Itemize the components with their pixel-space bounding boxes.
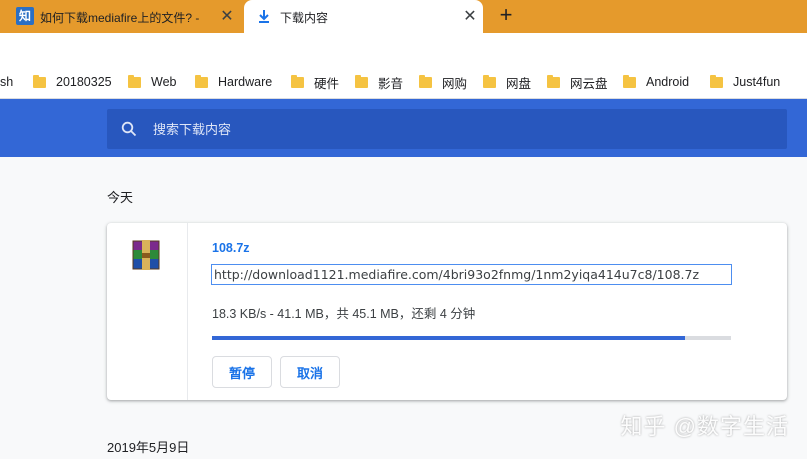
folder-icon	[623, 74, 636, 88]
folder-icon	[483, 74, 496, 88]
cancel-button[interactable]: 取消	[280, 356, 340, 388]
bookmark-label: 网购	[442, 76, 468, 91]
browser-toolbar	[0, 33, 807, 65]
bookmark-folder[interactable]: 20180325	[33, 74, 112, 90]
downloads-header	[0, 99, 807, 157]
winrar-archive-icon	[132, 240, 160, 270]
watermark: 知乎 @数字生活	[620, 414, 789, 439]
folder-icon	[355, 74, 368, 88]
bookmark-item[interactable]: sh	[0, 74, 13, 90]
bookmark-label: 网云盘	[570, 76, 608, 91]
bookmark-label: sh	[0, 75, 14, 89]
bookmark-label: 网盘	[506, 76, 532, 91]
bookmark-label: Hardware	[218, 75, 273, 89]
search-input[interactable]	[151, 109, 751, 149]
folder-icon	[291, 74, 304, 88]
file-name-link[interactable]: 108.7z	[212, 241, 250, 255]
bookmark-label: 20180325	[56, 75, 112, 89]
bookmark-folder[interactable]: 影音	[355, 74, 404, 91]
downloads-list: 今天 108.7z http://download1121.mediafire.…	[0, 157, 807, 459]
bookmark-folder[interactable]: 网盘	[483, 74, 532, 91]
bookmark-folder[interactable]: 网云盘	[547, 74, 608, 91]
folder-icon	[195, 74, 208, 88]
folder-icon	[710, 74, 723, 88]
zhihu-favicon-icon: 知	[16, 7, 34, 25]
bookmark-folder[interactable]: 网购	[419, 74, 468, 91]
bookmark-label: 影音	[378, 76, 404, 91]
bookmarks-bar: sh 20180325 Web Hardware 硬件 影音 网购 网盘 网云盘…	[0, 65, 807, 99]
download-status: 18.3 KB/s - 41.1 MB，共 45.1 MB，还剩 4 分钟	[212, 307, 476, 321]
date-heading: 今天	[107, 190, 134, 205]
bookmark-folder[interactable]: Web	[128, 74, 176, 90]
tab-strip: 知 如何下载mediafire上的文件? - ✕ 下载内容 ✕ +	[0, 0, 807, 33]
pause-button[interactable]: 暂停	[212, 356, 272, 388]
bookmark-folder[interactable]: Hardware	[195, 74, 272, 90]
bookmark-label: 硬件	[314, 76, 340, 91]
progress-bar	[212, 336, 731, 340]
bookmark-folder[interactable]: Just4fun	[710, 74, 780, 90]
close-icon[interactable]: ✕	[219, 9, 235, 25]
folder-icon	[33, 74, 46, 88]
folder-icon	[547, 74, 560, 88]
download-item-card: 108.7z http://download1121.mediafire.com…	[107, 223, 787, 400]
tab-downloads[interactable]: 下载内容 ✕	[244, 0, 483, 33]
new-tab-button[interactable]: +	[495, 4, 517, 26]
progress-bar-fill	[212, 336, 685, 340]
tab-title: 下载内容	[280, 11, 329, 25]
bookmark-folder[interactable]: Android	[623, 74, 689, 90]
bookmark-label: Web	[151, 75, 177, 89]
close-icon[interactable]: ✕	[462, 9, 478, 25]
bookmark-folder[interactable]: 硬件	[291, 74, 340, 91]
date-heading: 2019年5月9日	[107, 440, 190, 455]
download-icon	[259, 10, 269, 23]
card-divider	[187, 223, 188, 400]
tab-zhihu[interactable]: 知 如何下载mediafire上的文件? - ✕	[0, 0, 243, 33]
search-icon	[121, 121, 137, 137]
bookmark-label: Just4fun	[733, 75, 781, 89]
tab-title: 如何下载mediafire上的文件? -	[40, 11, 200, 25]
folder-icon	[419, 74, 432, 88]
folder-icon	[128, 74, 141, 88]
bookmark-label: Android	[646, 75, 690, 89]
download-url[interactable]: http://download1121.mediafire.com/4bri93…	[211, 264, 732, 285]
search-box[interactable]	[107, 109, 787, 149]
